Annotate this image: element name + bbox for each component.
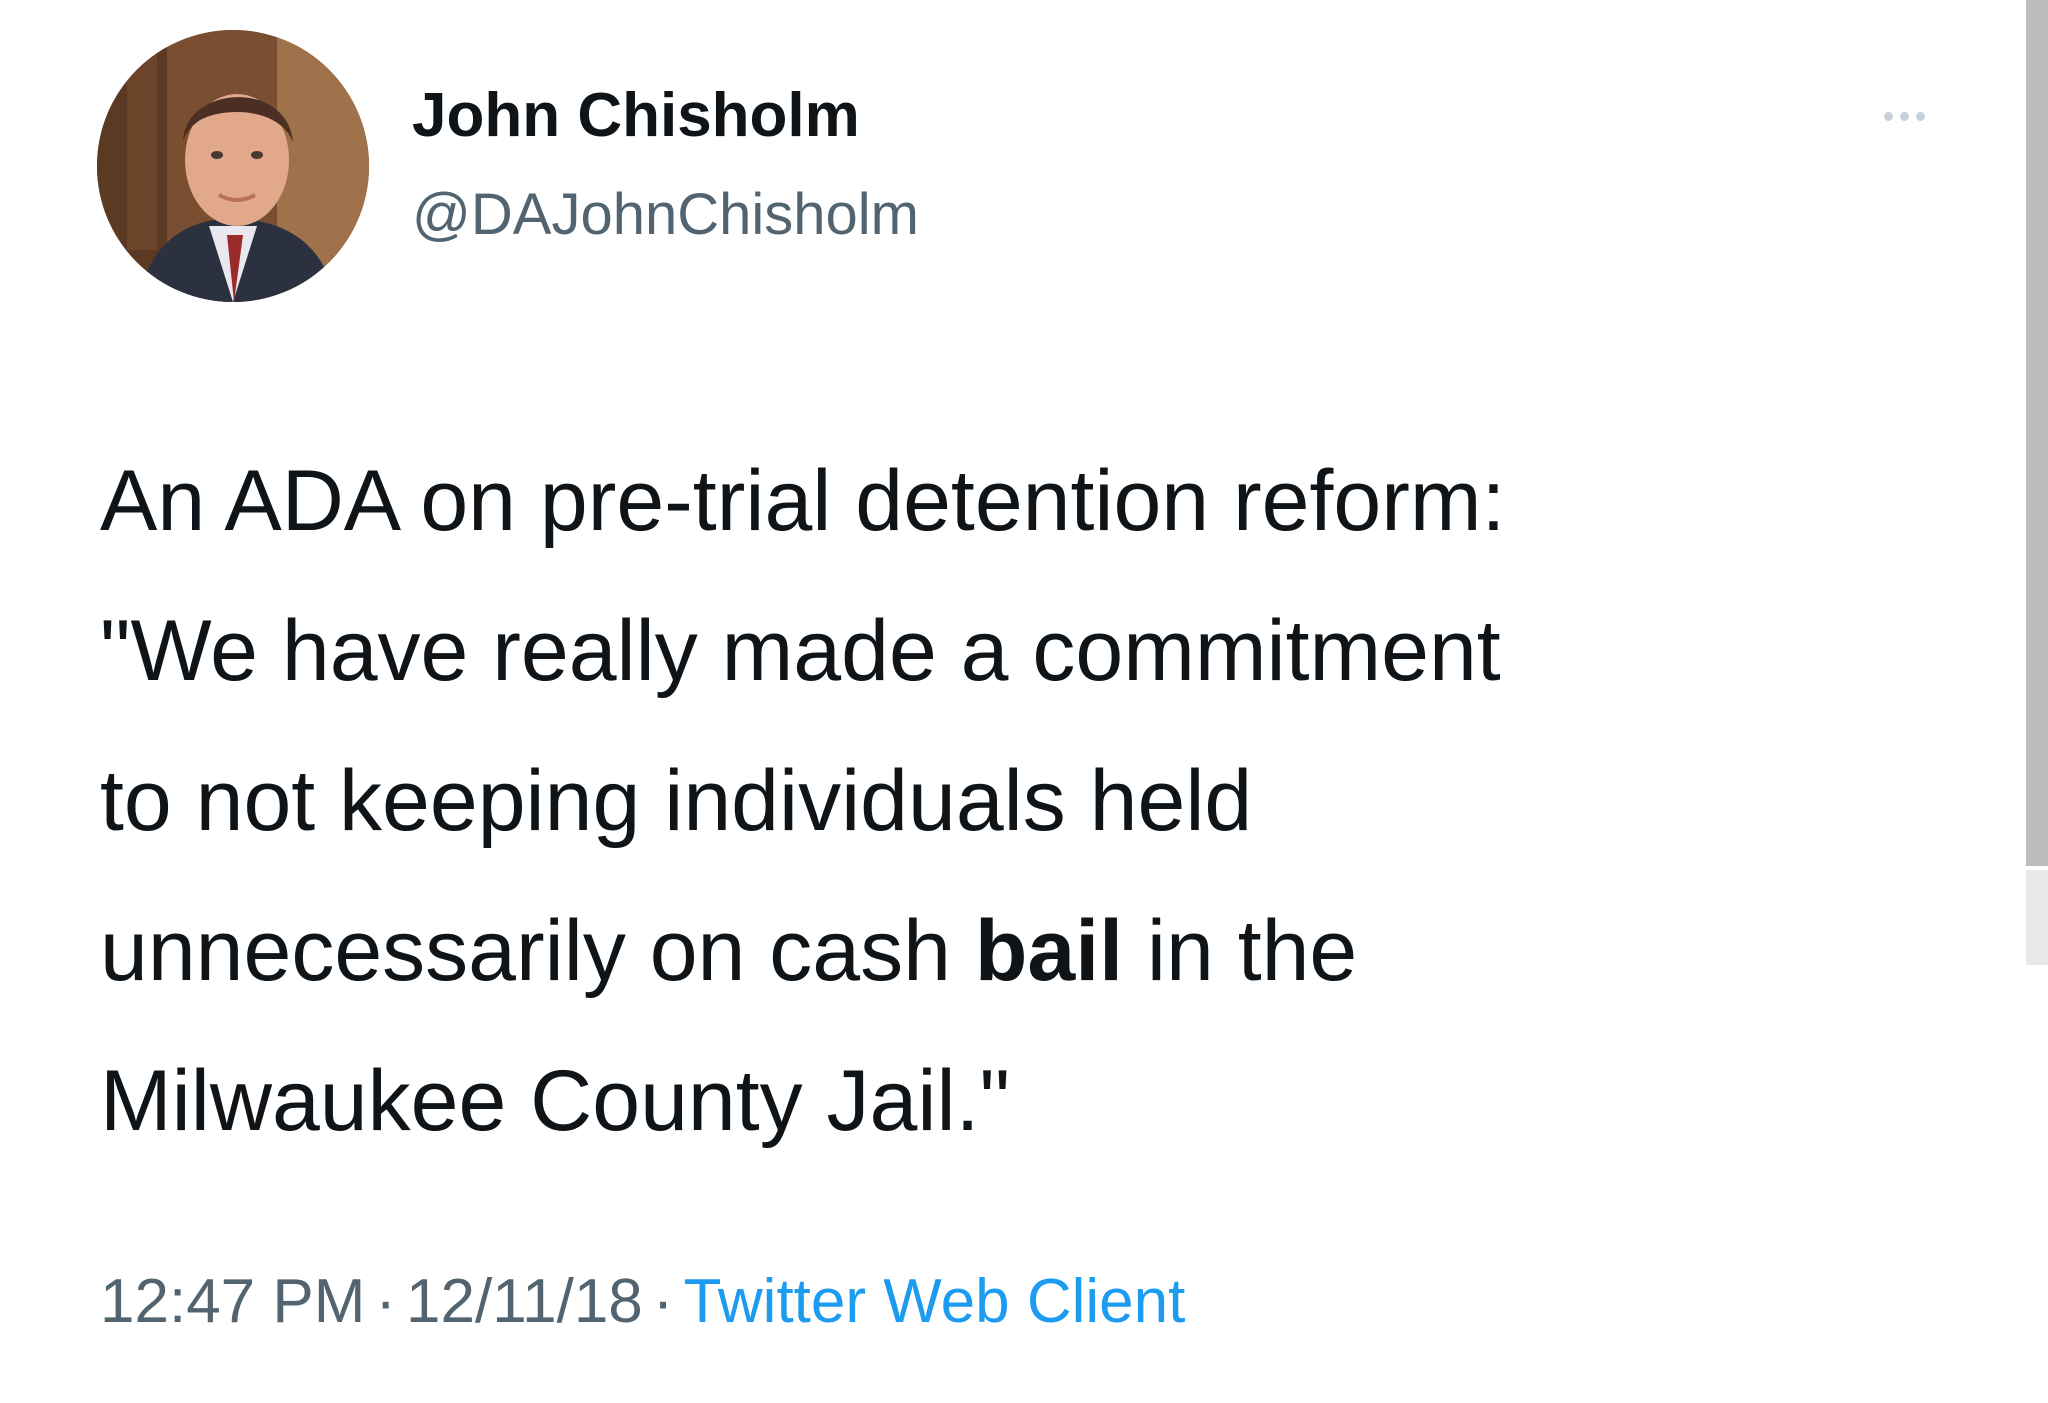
- tweet-text-line: Milwaukee County Jail.": [100, 1026, 1960, 1176]
- tweet-text-line: to not keeping individuals held: [100, 726, 1960, 876]
- tweet-text-line: An ADA on pre-trial detention reform:: [100, 426, 1960, 576]
- author-display-name[interactable]: John Chisholm: [412, 78, 860, 154]
- tweet-text-highlight: bail: [974, 903, 1123, 999]
- tweet-text-segment: in the: [1122, 903, 1358, 999]
- tweet-text-line: "We have really made a commitment: [100, 576, 1960, 726]
- more-horizontal-icon-dot: [1899, 111, 1909, 121]
- tweet-text-segment: "We have really made a commitment: [100, 603, 1501, 699]
- scrollbar[interactable]: [2026, 0, 2048, 866]
- tweet-text: An ADA on pre-trial detention reform: "W…: [100, 426, 1960, 1176]
- meta-separator: ·: [652, 1267, 674, 1336]
- tweet-meta: 12:47 PM · 12/11/18 · Twitter Web Client: [100, 1262, 1185, 1342]
- more-options-button[interactable]: [1864, 96, 1944, 136]
- more-horizontal-icon-dot: [1915, 111, 1925, 121]
- more-horizontal-icon: [1883, 111, 1893, 121]
- tweet-card: John Chisholm @DAJohnChisholm An ADA on …: [0, 0, 2048, 1403]
- avatar[interactable]: [97, 30, 369, 302]
- tweet-text-line: unnecessarily on cash bail in the: [100, 876, 1960, 1026]
- tweet-text-segment: Milwaukee County Jail.": [100, 1053, 1011, 1149]
- tweet-time[interactable]: 12:47 PM: [100, 1267, 365, 1336]
- tweet-client-link[interactable]: Twitter Web Client: [683, 1267, 1185, 1336]
- tweet-date[interactable]: 12/11/18: [406, 1267, 643, 1336]
- author-handle[interactable]: @DAJohnChisholm: [412, 180, 919, 250]
- meta-separator: ·: [375, 1267, 397, 1336]
- tweet-text-segment: to not keeping individuals held: [100, 753, 1253, 849]
- scrollbar-track: [2026, 870, 2048, 965]
- tweet-text-segment: An ADA on pre-trial detention reform:: [100, 453, 1506, 549]
- tweet-text-segment: unnecessarily on cash: [100, 903, 975, 999]
